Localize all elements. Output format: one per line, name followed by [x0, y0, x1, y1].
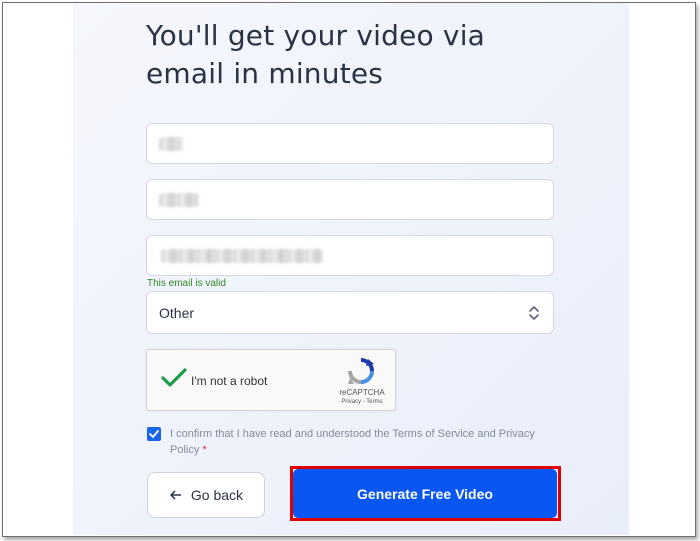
- recaptcha-label: I'm not a robot: [191, 374, 268, 388]
- recaptcha-brand: reCAPTCHA: [339, 388, 385, 397]
- go-back-label: Go back: [190, 487, 244, 503]
- arrow-left-icon: [170, 490, 181, 500]
- consent-text: I confirm that I have read and understoo…: [170, 426, 565, 458]
- consent-label[interactable]: I confirm that I have read and understoo…: [170, 428, 535, 456]
- screenshot-frame: You'll get your video via email in minut…: [2, 2, 696, 537]
- redacted-value: [159, 137, 183, 151]
- recaptcha-logo-icon: [348, 358, 374, 384]
- role-select[interactable]: Other: [146, 291, 554, 334]
- page-title: You'll get your video via email in minut…: [146, 19, 486, 90]
- last-name-field[interactable]: [146, 179, 554, 220]
- generate-free-video-button[interactable]: Generate Free Video: [293, 469, 557, 518]
- chevron-up-down-icon: [529, 306, 539, 320]
- consent-checkbox[interactable]: [147, 427, 161, 441]
- email-field[interactable]: [146, 235, 554, 276]
- required-mark: *: [202, 444, 207, 456]
- generate-label: Generate Free Video: [357, 485, 493, 502]
- email-valid-message: This email is valid: [147, 278, 226, 289]
- checkbox-checked-icon: [149, 430, 159, 438]
- checkmark-icon[interactable]: [161, 367, 187, 389]
- first-name-field[interactable]: [146, 123, 554, 164]
- recaptcha-widget[interactable]: I'm not a robot reCAPTCHA Privacy - Term…: [146, 349, 396, 411]
- go-back-button[interactable]: Go back: [147, 472, 265, 518]
- redacted-value: [161, 249, 323, 263]
- recaptcha-links[interactable]: Privacy - Terms: [333, 399, 391, 405]
- role-select-value: Other: [159, 305, 195, 321]
- redacted-value: [159, 193, 199, 207]
